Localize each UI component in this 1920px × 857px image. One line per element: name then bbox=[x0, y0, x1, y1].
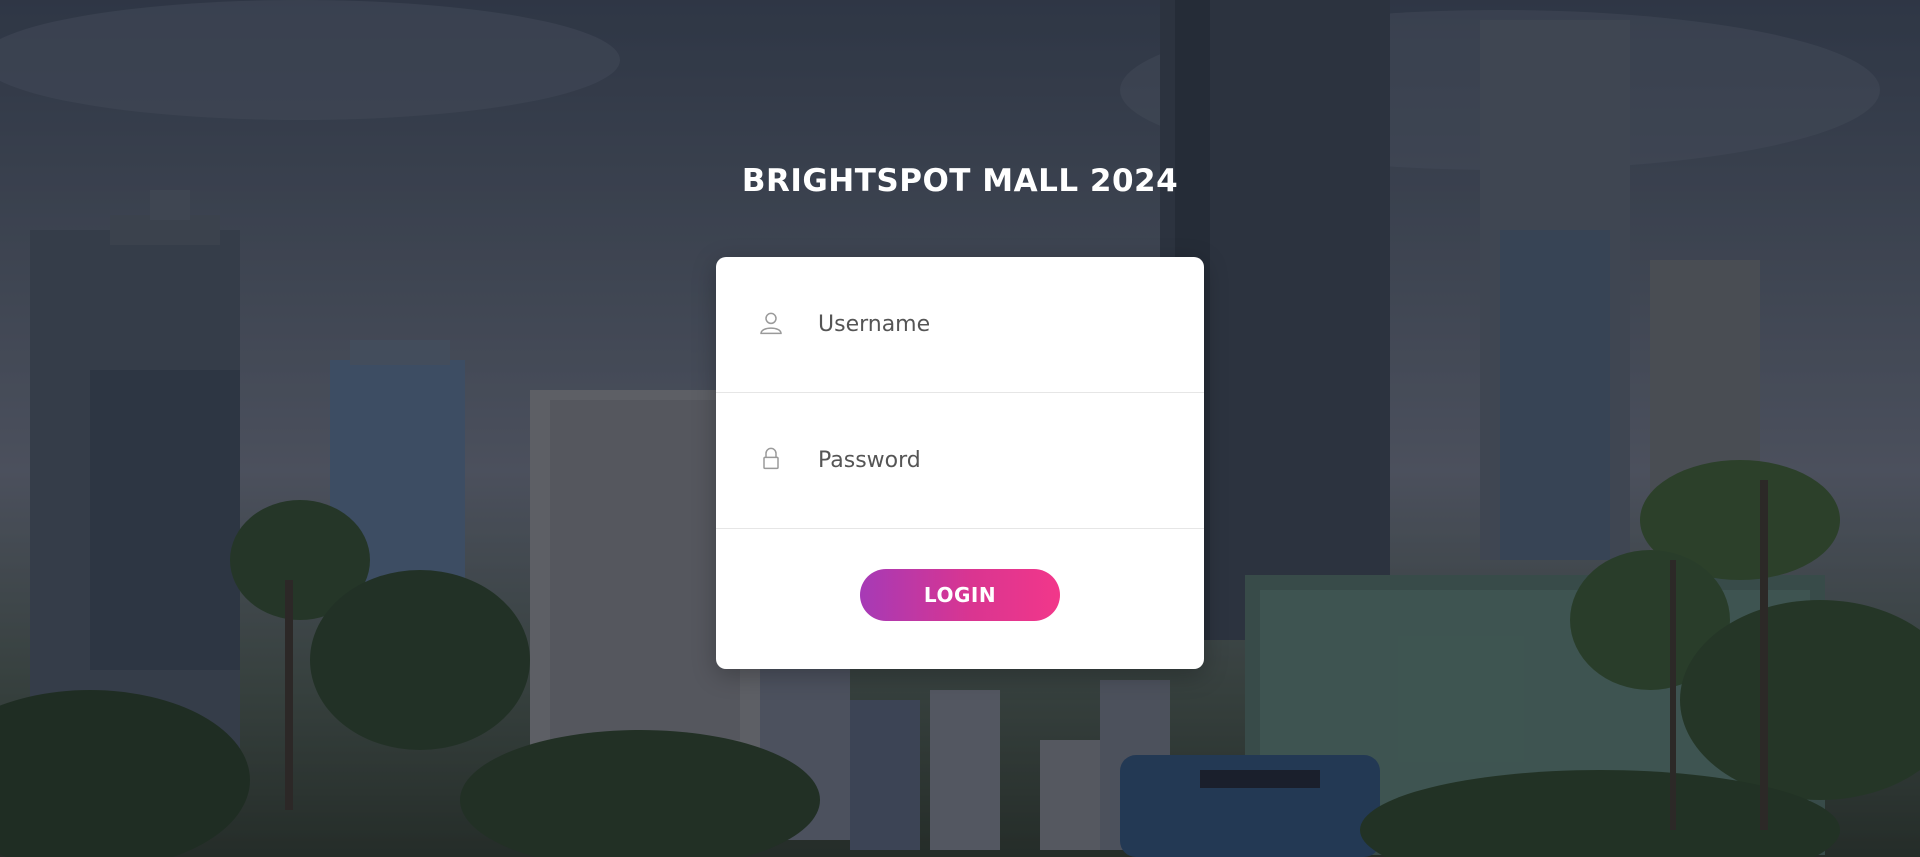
login-card: LOGIN bbox=[716, 257, 1204, 669]
username-input[interactable] bbox=[816, 303, 1174, 346]
lock-icon bbox=[763, 447, 779, 469]
password-row bbox=[716, 393, 1204, 529]
form-actions: LOGIN bbox=[716, 529, 1204, 667]
username-row bbox=[716, 257, 1204, 393]
login-page: BRIGHTSPOT MALL 2024 LOGIN bbox=[0, 0, 1920, 857]
page-title: BRIGHTSPOT MALL 2024 bbox=[741, 163, 1179, 199]
user-icon bbox=[760, 312, 782, 334]
password-input[interactable] bbox=[816, 439, 1174, 482]
login-button[interactable]: LOGIN bbox=[860, 569, 1060, 621]
